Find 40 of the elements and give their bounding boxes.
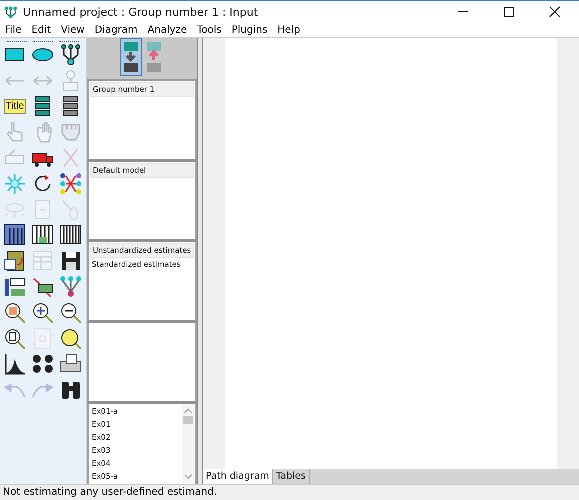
magnifier-icon	[59, 326, 83, 351]
clipboard-icon	[3, 249, 27, 274]
histogram-icon	[3, 352, 27, 376]
table-icon	[31, 223, 55, 248]
menu-item[interactable]: Diagram	[90, 24, 143, 36]
app-icon	[4, 5, 18, 19]
menu-item[interactable]: View	[56, 24, 90, 36]
page-magnifier-icon	[3, 326, 27, 351]
scroll-up-icon[interactable]	[184, 408, 192, 414]
network-icon	[59, 172, 83, 196]
menu-item[interactable]: Edit	[26, 24, 56, 36]
network-icon	[59, 42, 83, 67]
zoom-in-icon	[31, 300, 55, 325]
redo-icon	[32, 382, 54, 399]
status-bar: Not estimating any user-defined estimand.	[0, 484, 579, 500]
menu-item[interactable]: File	[0, 24, 27, 36]
maximize-icon[interactable]	[503, 6, 515, 18]
snowflake-icon	[3, 172, 27, 196]
tab[interactable]: Tables	[273, 469, 310, 484]
scroll-thumb[interactable]	[183, 416, 193, 424]
table-icon	[59, 223, 83, 248]
close-icon[interactable]	[549, 6, 561, 18]
menu-item[interactable]: Tools	[192, 24, 227, 36]
scroll-down-icon[interactable]	[184, 474, 192, 480]
fist-icon	[60, 124, 82, 141]
network-icon	[59, 275, 83, 300]
menu-item[interactable]: Help	[272, 24, 306, 36]
window-title: Unnamed project : Group number 1 : Input	[23, 6, 260, 18]
title-tool[interactable]: Title	[1, 94, 29, 120]
tab[interactable]: Path diagram	[203, 469, 274, 484]
undo-icon	[4, 382, 26, 399]
input-view-toggle[interactable]	[120, 38, 142, 76]
zoom-out-icon	[59, 300, 83, 325]
table-icon	[31, 249, 55, 274]
menu-item[interactable]: Analyze	[142, 24, 192, 36]
splitter[interactable]	[197, 38, 203, 484]
down-arrow-icon	[122, 40, 140, 74]
menu-item[interactable]: Plugins	[226, 24, 273, 36]
magnifier-icon	[3, 300, 27, 325]
grid-icon	[3, 223, 27, 248]
